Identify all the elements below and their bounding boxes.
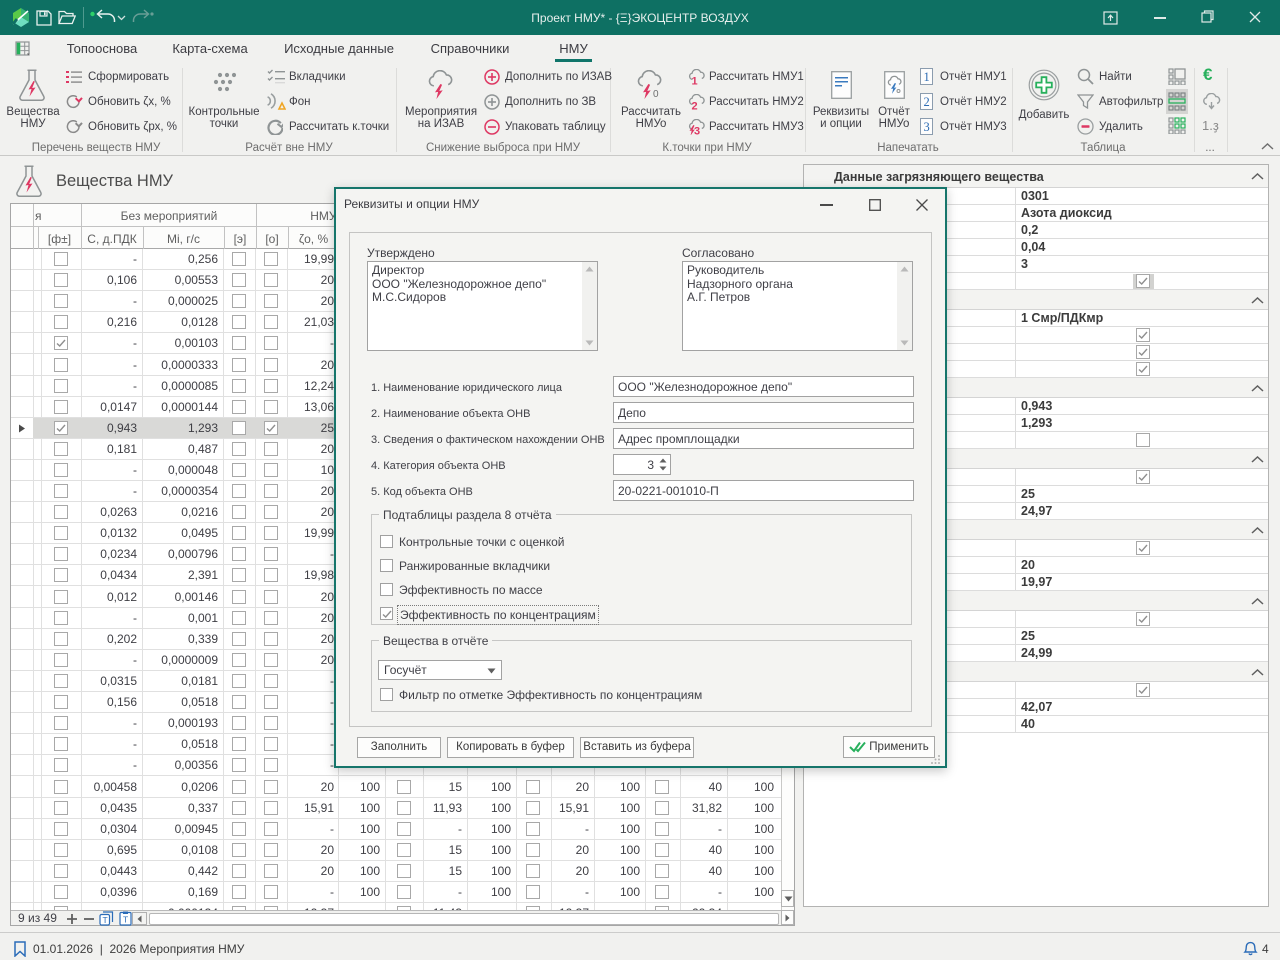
svg-text:0: 0 — [653, 89, 659, 100]
svg-text:3: 3 — [694, 126, 700, 136]
svg-text:3: 3 — [924, 120, 930, 134]
svg-text:1: 1 — [692, 75, 698, 85]
svg-text:T: T — [103, 915, 108, 925]
svg-text:1: 1 — [924, 70, 930, 84]
svg-text:2: 2 — [692, 101, 698, 111]
svg-text:2: 2 — [924, 95, 930, 109]
svg-text:T: T — [123, 915, 128, 925]
